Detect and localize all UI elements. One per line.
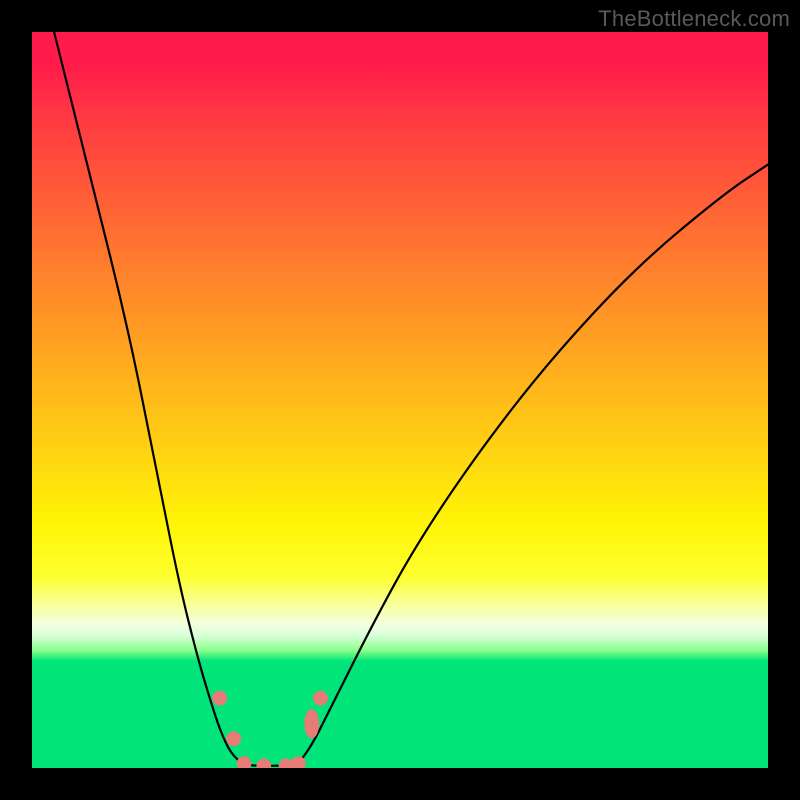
data-marker [212,691,227,706]
curve-layer [32,32,768,768]
data-marker [226,731,241,746]
data-marker [313,691,328,706]
chart-frame: TheBottleneck.com [0,0,800,800]
data-marker [304,709,319,738]
data-marker [256,758,271,768]
marker-layer [212,691,328,768]
data-marker [237,756,252,768]
plot-area [32,32,768,768]
watermark-text: TheBottleneck.com [598,6,790,32]
bottleneck-curve [54,32,768,766]
